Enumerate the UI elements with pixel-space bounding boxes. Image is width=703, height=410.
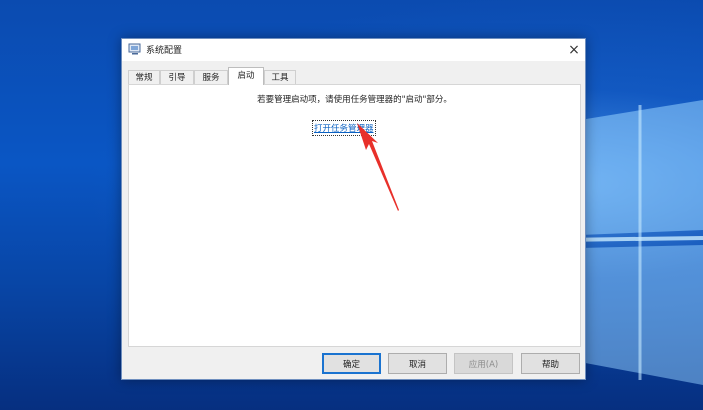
title-bar[interactable]: 系统配置 × [122, 39, 585, 61]
tab-services[interactable]: 服务 [194, 70, 228, 84]
open-task-manager-link[interactable]: 打开任务管理器 [312, 120, 376, 136]
apply-button[interactable]: 应用(A) [454, 353, 513, 374]
startup-tab-panel: 若要管理启动项，请使用任务管理器的"启动"部分。 打开任务管理器 [128, 84, 581, 347]
tab-startup[interactable]: 启动 [228, 67, 264, 85]
startup-info-text: 若要管理启动项，请使用任务管理器的"启动"部分。 [257, 95, 452, 105]
close-button[interactable]: × [563, 39, 585, 61]
cancel-button[interactable]: 取消 [388, 353, 447, 374]
close-icon: × [568, 42, 580, 58]
tab-general[interactable]: 常规 [128, 70, 160, 84]
system-config-icon [128, 43, 141, 55]
tab-boot[interactable]: 引导 [160, 70, 194, 84]
system-config-dialog: 系统配置 × 常规 引导 服务 启动 工具 若要管理启动项，请使用任务管理器的"… [121, 38, 586, 380]
tab-tools[interactable]: 工具 [264, 70, 296, 84]
ok-button[interactable]: 确定 [322, 353, 381, 374]
dialog-title: 系统配置 [146, 46, 183, 56]
help-button[interactable]: 帮助 [521, 353, 580, 374]
